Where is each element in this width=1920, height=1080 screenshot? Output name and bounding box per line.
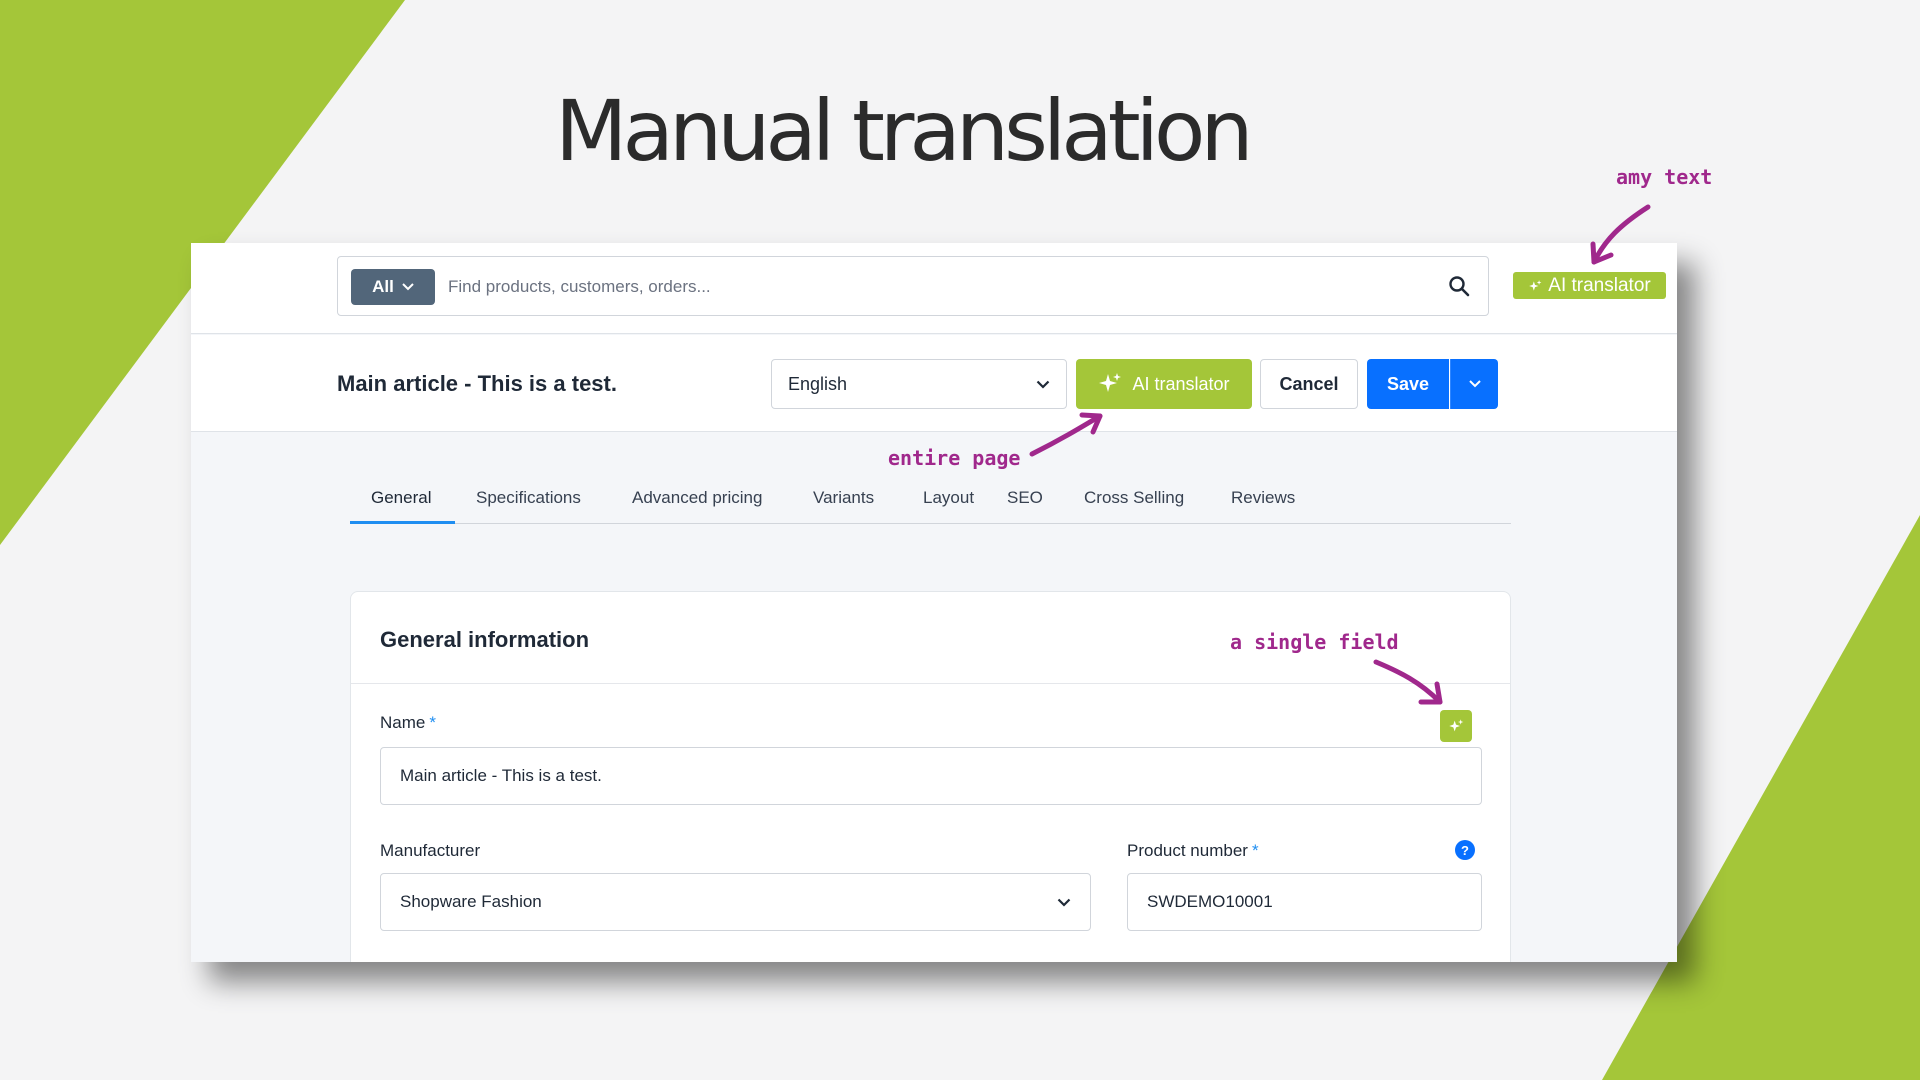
- ai-translator-field-button[interactable]: [1440, 710, 1472, 742]
- tab-reviews[interactable]: Reviews: [1231, 488, 1295, 524]
- search-scope-dropdown[interactable]: All: [351, 269, 435, 305]
- save-button[interactable]: Save: [1367, 359, 1449, 409]
- page-header: Main article - This is a test. English A…: [191, 335, 1677, 432]
- required-marker: *: [429, 713, 436, 732]
- tab-layout[interactable]: Layout: [923, 488, 974, 524]
- tab-seo[interactable]: SEO: [1007, 488, 1043, 524]
- save-options-button[interactable]: [1450, 359, 1498, 409]
- tab-variants[interactable]: Variants: [813, 488, 874, 524]
- tab-cross-selling[interactable]: Cross Selling: [1084, 488, 1184, 524]
- annotation-single-field: a single field: [1230, 630, 1399, 654]
- tab-general[interactable]: General: [350, 488, 455, 524]
- required-marker: *: [1251, 841, 1259, 860]
- product-number-value: SWDEMO10001: [1147, 892, 1273, 911]
- ai-translator-badge[interactable]: AI translator: [1513, 272, 1666, 299]
- sparkle-icon: [1099, 373, 1122, 392]
- name-field[interactable]: Main article - This is a test.: [380, 747, 1482, 805]
- product-number-label: Product number *: [1127, 841, 1259, 861]
- tab-specifications[interactable]: Specifications: [476, 488, 581, 524]
- help-icon[interactable]: ?: [1455, 840, 1475, 860]
- sparkle-icon: [1449, 719, 1464, 732]
- ai-translator-page-button[interactable]: AI translator: [1076, 359, 1252, 409]
- search-input[interactable]: [448, 269, 1408, 305]
- chevron-down-icon: [1468, 380, 1481, 388]
- name-label-text: Name: [380, 713, 426, 732]
- language-value: English: [788, 373, 848, 394]
- search-scope-label: All: [372, 277, 394, 296]
- slide-title: Manual translation: [555, 82, 1254, 180]
- sparkle-icon: [1529, 279, 1542, 291]
- name-value: Main article - This is a test.: [400, 766, 602, 785]
- chevron-down-icon: [1057, 898, 1071, 907]
- search-icon[interactable]: [1448, 275, 1470, 297]
- app-screenshot: All Main article - This is a test. Engli…: [191, 243, 1677, 962]
- ai-translator-label: AI translator: [1132, 373, 1230, 394]
- page-title: Main article - This is a test.: [337, 371, 617, 396]
- tab-bar: General Specifications Advanced pricing …: [350, 488, 1511, 524]
- product-number-field[interactable]: SWDEMO10001: [1127, 873, 1482, 931]
- chevron-down-icon: [1036, 380, 1050, 389]
- cancel-button[interactable]: Cancel: [1260, 359, 1358, 409]
- chevron-down-icon: [402, 283, 414, 291]
- name-label: Name *: [380, 713, 436, 733]
- product-number-label-text: Product number: [1127, 841, 1248, 860]
- ai-translator-badge-label: AI translator: [1548, 274, 1651, 296]
- top-bar: All: [191, 243, 1677, 334]
- annotation-entire-page: entire page: [888, 446, 1021, 470]
- manufacturer-label: Manufacturer: [380, 841, 481, 860]
- annotation-amy-text: amy text: [1616, 165, 1713, 189]
- manufacturer-select[interactable]: Shopware Fashion: [380, 873, 1091, 931]
- language-select[interactable]: English: [771, 359, 1067, 409]
- tab-advanced-pricing[interactable]: Advanced pricing: [632, 488, 762, 524]
- card-title: General information: [380, 627, 590, 652]
- manufacturer-value: Shopware Fashion: [400, 892, 542, 911]
- global-search: All: [337, 256, 1489, 316]
